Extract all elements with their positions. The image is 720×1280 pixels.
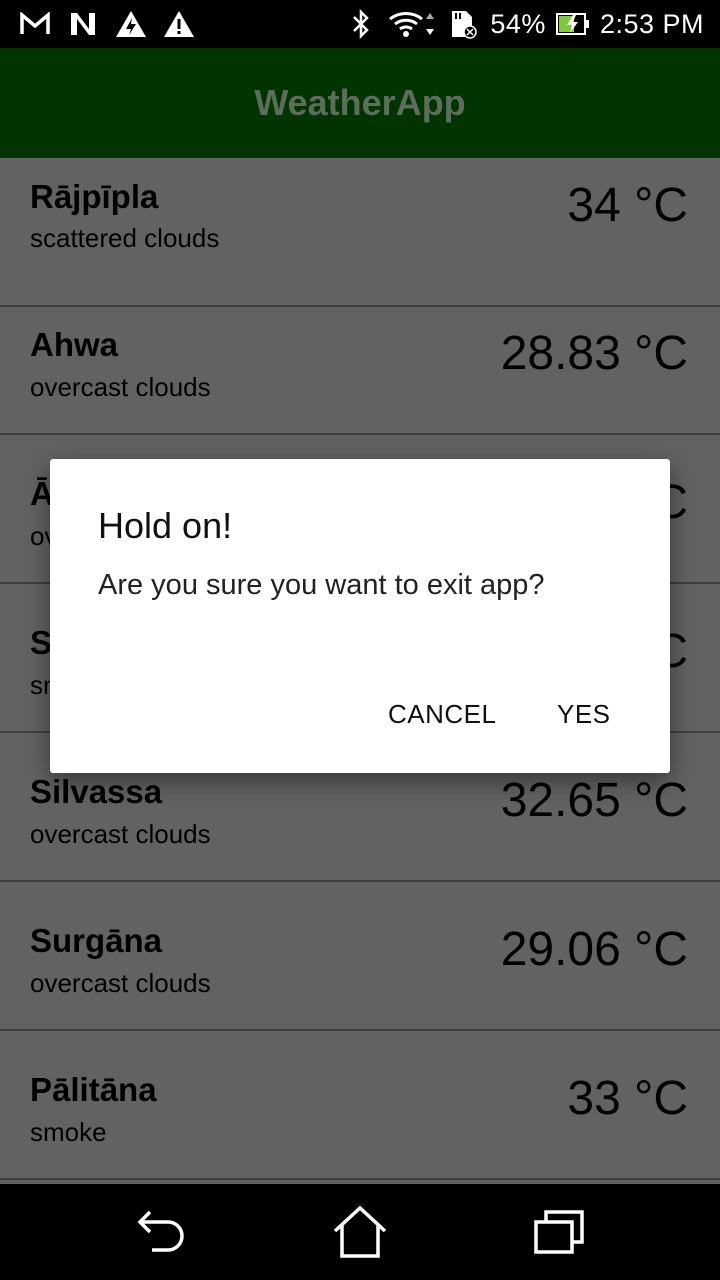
temperature: 28.83 °C (500, 327, 688, 380)
temperature: 34 °C (567, 179, 688, 232)
city-name: Rājpīpla (30, 178, 159, 215)
clock: 2:53 PM (599, 8, 704, 39)
temperature: 29.06 °C (500, 923, 688, 976)
list-item[interactable]: Surgāna overcast clouds 29.06 °C (0, 882, 720, 1031)
back-icon (137, 1210, 184, 1252)
back-button[interactable] (128, 1202, 192, 1262)
yes-button[interactable]: YES (557, 699, 611, 730)
recent-apps-button[interactable] (528, 1202, 592, 1262)
app-bar: WeatherApp (0, 48, 720, 158)
battery-percent: 54% (490, 8, 546, 39)
dialog-message: Are you sure you want to exit app? (98, 569, 545, 601)
city-name: Silvassa (30, 773, 163, 810)
navigation-bar (0, 1184, 720, 1280)
weather-description: smoke (30, 1117, 107, 1147)
system-status-icons: 54% 2:53 PM (344, 8, 704, 40)
city-name: Pālitāna (30, 1071, 157, 1108)
list-item[interactable]: Rājpīpla scattered clouds 34 °C (0, 158, 720, 307)
weather-description: overcast clouds (30, 372, 211, 402)
city-name: S (30, 624, 53, 661)
city-name: Ahwa (30, 326, 119, 363)
temperature: 33 °C (567, 1072, 688, 1125)
cancel-button[interactable]: CANCEL (388, 699, 496, 730)
home-icon (333, 1205, 387, 1258)
exit-dialog: Hold on! Are you sure you want to exit a… (50, 459, 670, 773)
n-notification-icon (66, 9, 100, 39)
temperature: 32.65 °C (500, 774, 688, 827)
sd-card-icon (446, 9, 480, 39)
status-bar: 54% 2:53 PM (0, 0, 720, 48)
home-button[interactable] (328, 1202, 392, 1262)
gmail-icon (18, 9, 52, 39)
recent-apps-icon (534, 1210, 584, 1254)
list-item[interactable]: Ahwa overcast clouds 28.83 °C (0, 286, 720, 435)
weather-description: overcast clouds (30, 819, 211, 849)
bluetooth-icon (344, 9, 378, 39)
weather-description: scattered clouds (30, 223, 220, 253)
app-title: WeatherApp (254, 82, 466, 123)
weather-description: overcast clouds (30, 968, 211, 998)
city-name: Surgāna (30, 922, 163, 959)
dialog-title: Hold on! (98, 505, 233, 546)
notification-icons (18, 8, 196, 40)
warning-icon (162, 9, 196, 39)
list-item[interactable]: Pālitāna smoke 33 °C (0, 1031, 720, 1180)
warning-bolt-icon (114, 9, 148, 39)
wifi-icon (388, 9, 436, 39)
battery-charging-icon (555, 9, 590, 39)
